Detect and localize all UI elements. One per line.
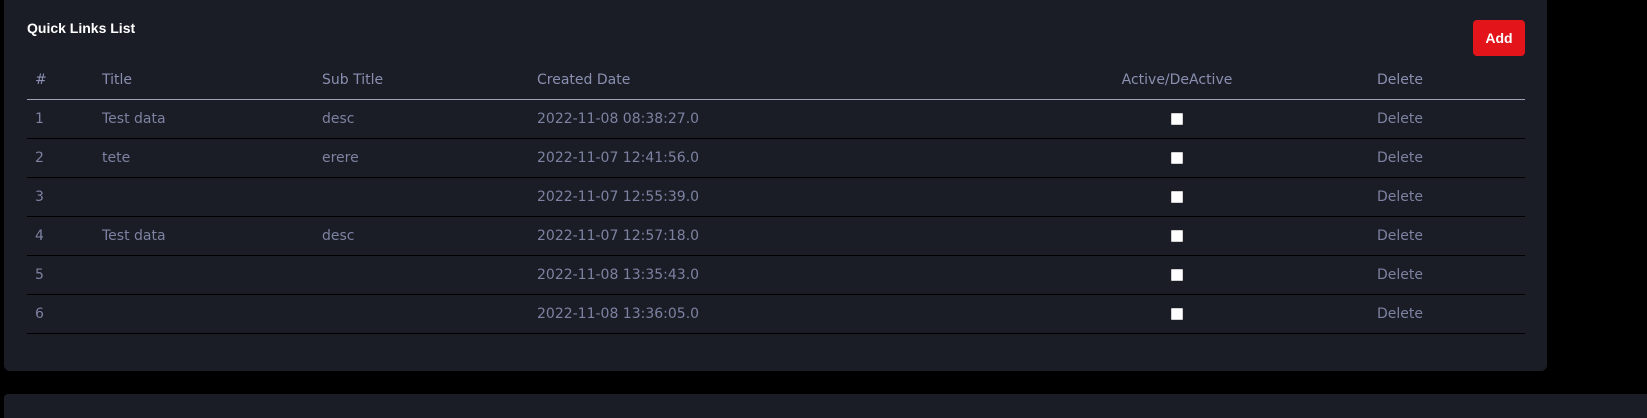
row-subtitle	[322, 177, 537, 217]
header-created-date: Created Date	[537, 61, 977, 100]
table-row: 6 2022-11-08 13:36:05.0 Delete	[27, 294, 1525, 334]
row-delete-cell: Delete	[1377, 255, 1525, 295]
row-subtitle	[322, 255, 537, 295]
row-active-cell	[977, 177, 1377, 217]
delete-link[interactable]: Delete	[1377, 267, 1423, 283]
row-subtitle: desc	[322, 99, 537, 139]
row-delete-cell: Delete	[1377, 294, 1525, 334]
delete-link[interactable]: Delete	[1377, 306, 1423, 322]
quick-links-card: Quick Links List Add # Title Sub Title C…	[4, 0, 1547, 371]
row-delete-cell: Delete	[1377, 138, 1525, 178]
header-title: Title	[102, 61, 322, 100]
add-button[interactable]: Add	[1473, 20, 1525, 56]
row-delete-cell: Delete	[1377, 99, 1525, 139]
header-num: #	[27, 61, 102, 100]
row-active-cell	[977, 99, 1377, 139]
row-created-date: 2022-11-08 13:35:43.0	[537, 255, 977, 295]
table-row: 1 Test data desc 2022-11-08 08:38:27.0 D…	[27, 99, 1525, 139]
active-checkbox[interactable]	[1171, 308, 1183, 320]
delete-link[interactable]: Delete	[1377, 228, 1423, 244]
row-subtitle	[322, 294, 537, 334]
row-active-cell	[977, 294, 1377, 334]
row-active-cell	[977, 138, 1377, 178]
row-title: Test data	[102, 99, 322, 139]
table-row: 2 tete erere 2022-11-07 12:41:56.0 Delet…	[27, 138, 1525, 178]
row-title	[102, 255, 322, 295]
row-delete-cell: Delete	[1377, 177, 1525, 217]
table-row: 4 Test data desc 2022-11-07 12:57:18.0 D…	[27, 216, 1525, 256]
row-title: Test data	[102, 216, 322, 256]
row-created-date: 2022-11-07 12:55:39.0	[537, 177, 977, 217]
next-card-edge	[4, 394, 1647, 418]
delete-link[interactable]: Delete	[1377, 150, 1423, 166]
header-delete: Delete	[1377, 61, 1525, 100]
row-created-date: 2022-11-08 08:38:27.0	[537, 99, 977, 139]
active-checkbox[interactable]	[1171, 230, 1183, 242]
table-row: 3 2022-11-07 12:55:39.0 Delete	[27, 177, 1525, 217]
row-num: 5	[27, 255, 102, 295]
row-num: 2	[27, 138, 102, 178]
active-checkbox[interactable]	[1171, 269, 1183, 281]
row-title	[102, 177, 322, 217]
row-title: tete	[102, 138, 322, 178]
row-num: 4	[27, 216, 102, 256]
header-active: Active/DeActive	[977, 61, 1377, 100]
card-title: Quick Links List	[27, 20, 136, 36]
row-subtitle: erere	[322, 138, 537, 178]
active-checkbox[interactable]	[1171, 113, 1183, 125]
row-delete-cell: Delete	[1377, 216, 1525, 256]
row-active-cell	[977, 255, 1377, 295]
row-subtitle: desc	[322, 216, 537, 256]
quick-links-table: # Title Sub Title Created Date Active/De…	[27, 61, 1525, 334]
row-active-cell	[977, 216, 1377, 256]
row-created-date: 2022-11-07 12:57:18.0	[537, 216, 977, 256]
row-created-date: 2022-11-07 12:41:56.0	[537, 138, 977, 178]
table-header-row: # Title Sub Title Created Date Active/De…	[27, 61, 1525, 100]
row-num: 1	[27, 99, 102, 139]
table-row: 5 2022-11-08 13:35:43.0 Delete	[27, 255, 1525, 295]
row-title	[102, 294, 322, 334]
row-created-date: 2022-11-08 13:36:05.0	[537, 294, 977, 334]
active-checkbox[interactable]	[1171, 191, 1183, 203]
row-num: 6	[27, 294, 102, 334]
header-subtitle: Sub Title	[322, 61, 537, 100]
active-checkbox[interactable]	[1171, 152, 1183, 164]
delete-link[interactable]: Delete	[1377, 189, 1423, 205]
row-num: 3	[27, 177, 102, 217]
delete-link[interactable]: Delete	[1377, 111, 1423, 127]
